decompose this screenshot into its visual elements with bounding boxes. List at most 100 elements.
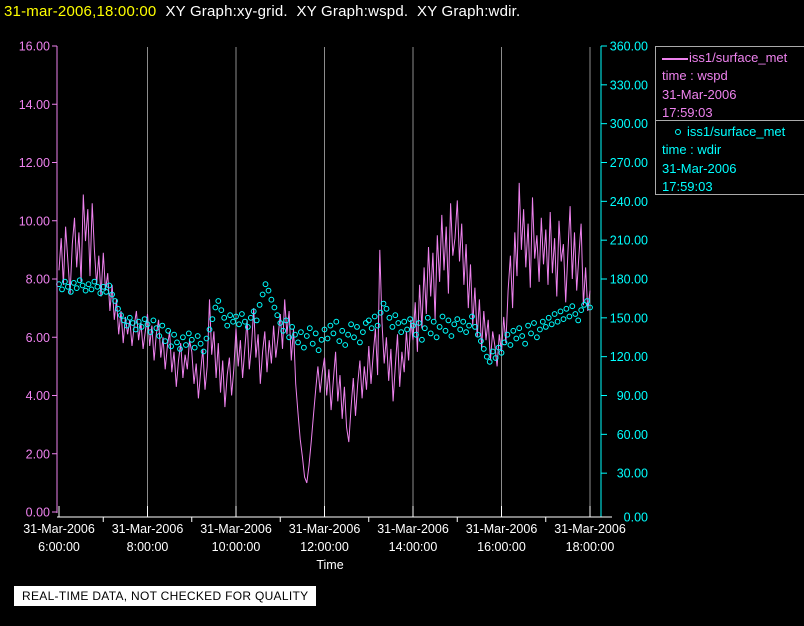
x-axis-title: Time [316, 558, 343, 572]
wdir-point [404, 326, 411, 333]
wdir-point [174, 339, 180, 346]
wdir-point [436, 324, 443, 330]
right-axis-tick-label: 300.00 [610, 117, 648, 131]
wdir-point [168, 343, 175, 350]
wdir-point [510, 327, 517, 334]
legend-date-wdir: 31-Mar-2006 [662, 160, 737, 176]
wdir-point [309, 340, 316, 347]
wdir-point [253, 317, 260, 324]
time-axis-time-label: 6:00:00 [38, 540, 80, 554]
wdir-point [230, 318, 237, 325]
wdir-point [519, 333, 526, 339]
wdir-point [419, 336, 425, 343]
wdir-point [339, 327, 346, 334]
left-axis-tick-label: 14.00 [19, 98, 50, 112]
wdir-point [463, 329, 470, 336]
wdir-point [348, 321, 355, 328]
circle-sample-icon [675, 128, 681, 135]
wdir-point [386, 314, 393, 321]
wdir-point [566, 313, 573, 320]
wdir-point [578, 307, 585, 314]
wdir-point [265, 287, 272, 294]
legend-source-wdir: iss1/surface_met [687, 124, 786, 139]
wdir-point [183, 342, 189, 348]
wdir-point [460, 318, 467, 325]
wdir-point [274, 312, 281, 319]
right-axis-tick-label: 30.00 [617, 467, 648, 481]
wdir-point [236, 321, 242, 328]
wdir-point [295, 339, 301, 346]
wdir-point [362, 320, 369, 326]
wdir-point [259, 291, 266, 298]
wdir-point [312, 330, 319, 337]
time-axis-date-label: 31-Mar-2006 [466, 522, 538, 536]
wdir-point [374, 322, 381, 329]
wdir-point [357, 339, 363, 346]
grid-lines [147, 47, 591, 517]
wdir-point [306, 325, 313, 332]
wdir-point [247, 314, 254, 321]
time-axis-date-label: 31-Mar-2006 [289, 522, 361, 536]
wdir-point [82, 287, 89, 294]
wdir-point [371, 313, 378, 320]
wdir-point [227, 312, 234, 319]
wdir-point [200, 348, 207, 355]
wdir-point [421, 325, 428, 332]
wdir-point [365, 317, 372, 324]
wdir-point [171, 331, 178, 338]
wdir-point [360, 329, 366, 336]
right-axis-tick-label: 240.00 [610, 195, 648, 209]
wdir-point [106, 282, 113, 289]
wdir-point [486, 358, 493, 365]
wdir-point [542, 324, 549, 330]
wdir-point [212, 304, 219, 311]
wdir-point [554, 318, 561, 325]
wdir-point [539, 318, 546, 325]
wdir-point [336, 338, 343, 345]
left-axis-tick-label: 8.00 [26, 273, 50, 287]
wdir-point [433, 334, 440, 341]
right-axis-tick-label: 0.00 [624, 511, 648, 525]
legend-date-wspd: 31-Mar-2006 [662, 86, 737, 102]
wdir-point [401, 318, 408, 325]
quality-notice-text: REAL-TIME DATA, NOT CHECKED FOR QUALITY [22, 589, 309, 603]
wdir-point [407, 316, 414, 323]
wdir-point [424, 314, 431, 321]
wdir-point [563, 305, 570, 312]
wdir-point [368, 325, 375, 332]
wdir-point [430, 318, 437, 325]
left-axis: 16.00 14.00 12.00 10.00 8.00 6.00 4.00 2.00 0.00 [19, 40, 58, 520]
right-axis-tick-label: 210.00 [610, 234, 648, 248]
left-axis-tick-label: 4.00 [26, 389, 50, 403]
wdir-point [483, 353, 490, 360]
wdir-point [557, 308, 564, 315]
right-axis-tick-label: 120.00 [610, 350, 648, 364]
wdir-point [150, 317, 157, 324]
right-axis-tick-label: 90.00 [617, 389, 648, 403]
time-axis-time-label: 10:00:00 [212, 540, 261, 554]
wdir-point [569, 303, 576, 310]
wdir-point [141, 316, 148, 323]
left-axis-tick-label: 6.00 [26, 331, 50, 345]
wdir-point [301, 344, 307, 351]
legend-entry-wdir: iss1/surface_met time : wdir 31-Mar-2006… [656, 120, 804, 195]
wdir-point [180, 334, 186, 341]
legend-line-1: iss1/surface_met [662, 49, 804, 67]
time-axis-date-label: 31-Mar-2006 [112, 522, 184, 536]
wdir-point [256, 302, 263, 308]
wdir-point [354, 324, 360, 330]
wdir-point [79, 282, 86, 289]
wdir-point [534, 334, 540, 341]
wdir-point [560, 316, 567, 323]
wdir-point [239, 311, 245, 317]
wdir-point [345, 331, 352, 338]
wdir-point [548, 321, 555, 328]
wdir-point [457, 326, 464, 333]
legend-field-wdir: time : wdir [662, 142, 722, 158]
title-timestamp: 31-mar-2006,18:00:00 [4, 3, 157, 20]
wdir-point [327, 322, 334, 329]
wdir-point [454, 316, 461, 323]
wdir-point [522, 340, 528, 347]
wdir-point [165, 327, 172, 334]
wdir-point [507, 342, 514, 348]
